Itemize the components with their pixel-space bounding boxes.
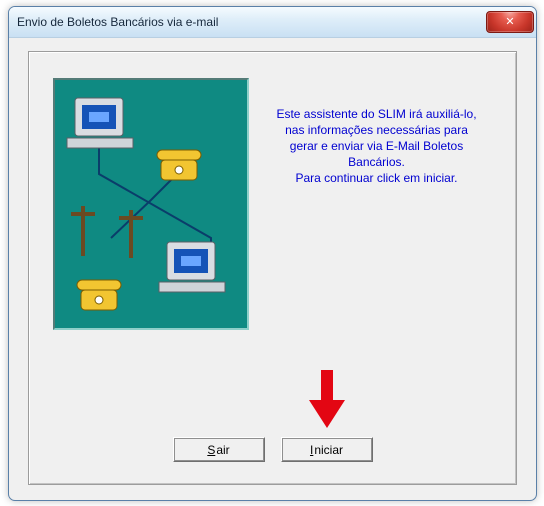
mnemonic: S: [207, 443, 216, 457]
wizard-line: gerar e enviar via E-Mail Boletos: [290, 139, 463, 153]
exit-button[interactable]: Sair: [173, 437, 265, 462]
wizard-line: Bancários.: [348, 155, 405, 169]
close-icon: ✕: [505, 17, 514, 28]
wizard-line: Este assistente do SLIM irá auxiliá-lo,: [276, 107, 476, 121]
wizard-intro-text: Este assistente do SLIM irá auxiliá-lo, …: [255, 106, 498, 186]
button-row: Sair Iniciar: [29, 437, 516, 462]
wizard-line: nas informações necessárias para: [285, 123, 468, 137]
button-label: niciar: [314, 443, 343, 457]
network-illustration: [53, 78, 249, 330]
title-bar: Envio de Boletos Bancários via e-mail ✕: [9, 7, 536, 38]
window-frame: Envio de Boletos Bancários via e-mail ✕: [8, 6, 537, 501]
wizard-line: Para continuar click em iniciar.: [295, 171, 457, 185]
button-label: air: [216, 443, 229, 457]
start-button[interactable]: Iniciar: [281, 437, 373, 462]
window-title: Envio de Boletos Bancários via e-mail: [17, 15, 218, 29]
close-button[interactable]: ✕: [486, 11, 534, 33]
client-area: Este assistente do SLIM irá auxiliá-lo, …: [12, 39, 533, 497]
wizard-panel: Este assistente do SLIM irá auxiliá-lo, …: [28, 51, 517, 485]
annotation-arrow-icon: [307, 370, 347, 430]
